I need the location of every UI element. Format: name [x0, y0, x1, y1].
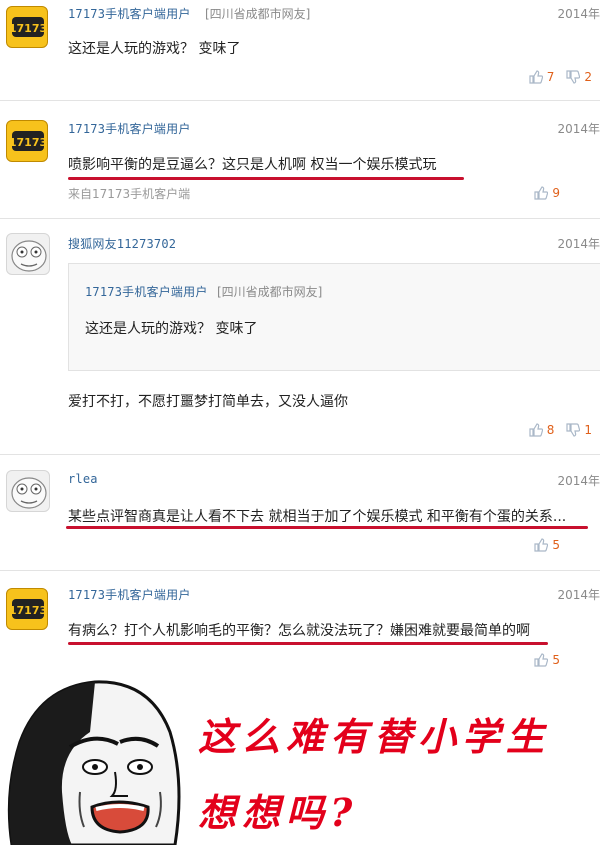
- divider: [0, 218, 600, 219]
- comment-username[interactable]: 17173手机客户端用户: [68, 120, 191, 137]
- thumbs-up-icon: [529, 70, 543, 84]
- comment-username[interactable]: 17173手机客户端用户: [68, 586, 191, 603]
- divider: [0, 100, 600, 101]
- comment-username[interactable]: rlea: [68, 472, 98, 486]
- downvote-button[interactable]: 2: [566, 70, 592, 84]
- svg-text:17173: 17173: [9, 604, 47, 617]
- quoted-text: 这还是人玩的游戏？ 变味了: [85, 321, 258, 337]
- thumbs-up-icon: [534, 538, 549, 552]
- red-underline: [68, 177, 464, 180]
- avatar-17173-logo[interactable]: 17173: [6, 120, 48, 162]
- downvote-count: 2: [584, 70, 592, 84]
- vote-bar: 7 2: [517, 70, 592, 84]
- upvote-button[interactable]: 9: [534, 186, 560, 200]
- upvote-button[interactable]: 7: [529, 70, 555, 84]
- comment-date: 2014年: [557, 7, 600, 21]
- avatar-rage-face[interactable]: [6, 470, 50, 512]
- downvote-count: 1: [584, 423, 592, 437]
- upvote-button[interactable]: 5: [534, 653, 560, 667]
- red-underline: [68, 642, 548, 645]
- quoted-username[interactable]: 17173手机客户端用户: [85, 283, 208, 300]
- downvote-button[interactable]: 1: [566, 423, 592, 437]
- comment-username[interactable]: 搜狐网友11273702: [68, 235, 176, 252]
- comment-date: 2014年: [557, 122, 600, 136]
- upvote-button[interactable]: 8: [529, 423, 555, 437]
- comment-text: 喷影响平衡的是豆逼么？这只是人机啊 权当一个娱乐模式玩: [68, 157, 437, 173]
- thumbs-down-icon: [566, 70, 581, 84]
- comment-username[interactable]: 17173手机客户端用户: [68, 5, 191, 22]
- comment-3: 搜狐网友11273702 2014年 17173手机客户端用户 [四川省成都市网…: [0, 225, 600, 450]
- avatar-17173-logo[interactable]: 17173: [6, 6, 48, 48]
- comment-2: 17173 17173手机客户端用户 2014年 喷影响平衡的是豆逼么？这只是人…: [0, 110, 600, 215]
- divider: [0, 454, 600, 455]
- meme-caption-line-1: 这么难有替小学生: [198, 714, 551, 759]
- thumbs-down-icon: [566, 423, 581, 437]
- avatar-rage-face[interactable]: [6, 233, 50, 275]
- vote-bar: 5: [522, 538, 560, 552]
- comment-text: 爱打不打，不愿打噩梦打简单去，又没人逼你: [68, 394, 348, 410]
- comment-text: 某些点评智商真是让人看不下去 就相当于加了个娱乐模式 和平衡有个蛋的关系...: [68, 509, 567, 525]
- divider: [0, 570, 600, 571]
- meme-caption-line-2: 想想吗?: [198, 790, 359, 835]
- upvote-count: 7: [546, 70, 555, 84]
- upvote-count: 5: [552, 653, 560, 667]
- comment-1: 17173 17173手机客户端用户 [四川省成都市网友] 2014年 这还是人…: [0, 0, 600, 98]
- comment-date: 2014年: [557, 237, 600, 251]
- comment-location: [四川省成都市网友]: [205, 7, 311, 21]
- meme-face-image: [0, 672, 190, 847]
- comment-4: rlea 2014年 某些点评智商真是让人看不下去 就相当于加了个娱乐模式 和平…: [0, 462, 600, 567]
- svg-text:17173: 17173: [9, 22, 47, 35]
- thumbs-up-icon: [534, 186, 549, 200]
- upvote-count: 9: [552, 186, 560, 200]
- avatar-17173-logo[interactable]: 17173: [6, 588, 48, 630]
- vote-bar: 5: [522, 653, 560, 667]
- vote-bar: 8 1: [517, 423, 592, 437]
- comment-date: 2014年: [557, 588, 600, 602]
- comment-source: 来自17173手机客户端: [68, 187, 191, 201]
- quoted-comment: 17173手机客户端用户 [四川省成都市网友] 这还是人玩的游戏？ 变味了: [68, 263, 600, 371]
- thumbs-up-icon: [534, 653, 549, 667]
- upvote-count: 8: [546, 423, 555, 437]
- thumbs-up-icon: [529, 423, 543, 437]
- red-underline: [66, 526, 588, 529]
- svg-text:17173: 17173: [9, 136, 47, 149]
- upvote-button[interactable]: 5: [534, 538, 560, 552]
- comment-5: 17173 17173手机客户端用户 2014年 有病么？打个人机影响毛的平衡？…: [0, 578, 600, 678]
- comment-text: 有病么？打个人机影响毛的平衡？怎么就没法玩了？嫌困难就要最简单的啊: [68, 623, 530, 639]
- upvote-count: 5: [552, 538, 560, 552]
- vote-bar: 9: [522, 186, 560, 200]
- comment-date: 2014年: [557, 474, 600, 488]
- comment-text: 这还是人玩的游戏？ 变味了: [68, 41, 241, 57]
- quoted-location: [四川省成都市网友]: [217, 285, 323, 299]
